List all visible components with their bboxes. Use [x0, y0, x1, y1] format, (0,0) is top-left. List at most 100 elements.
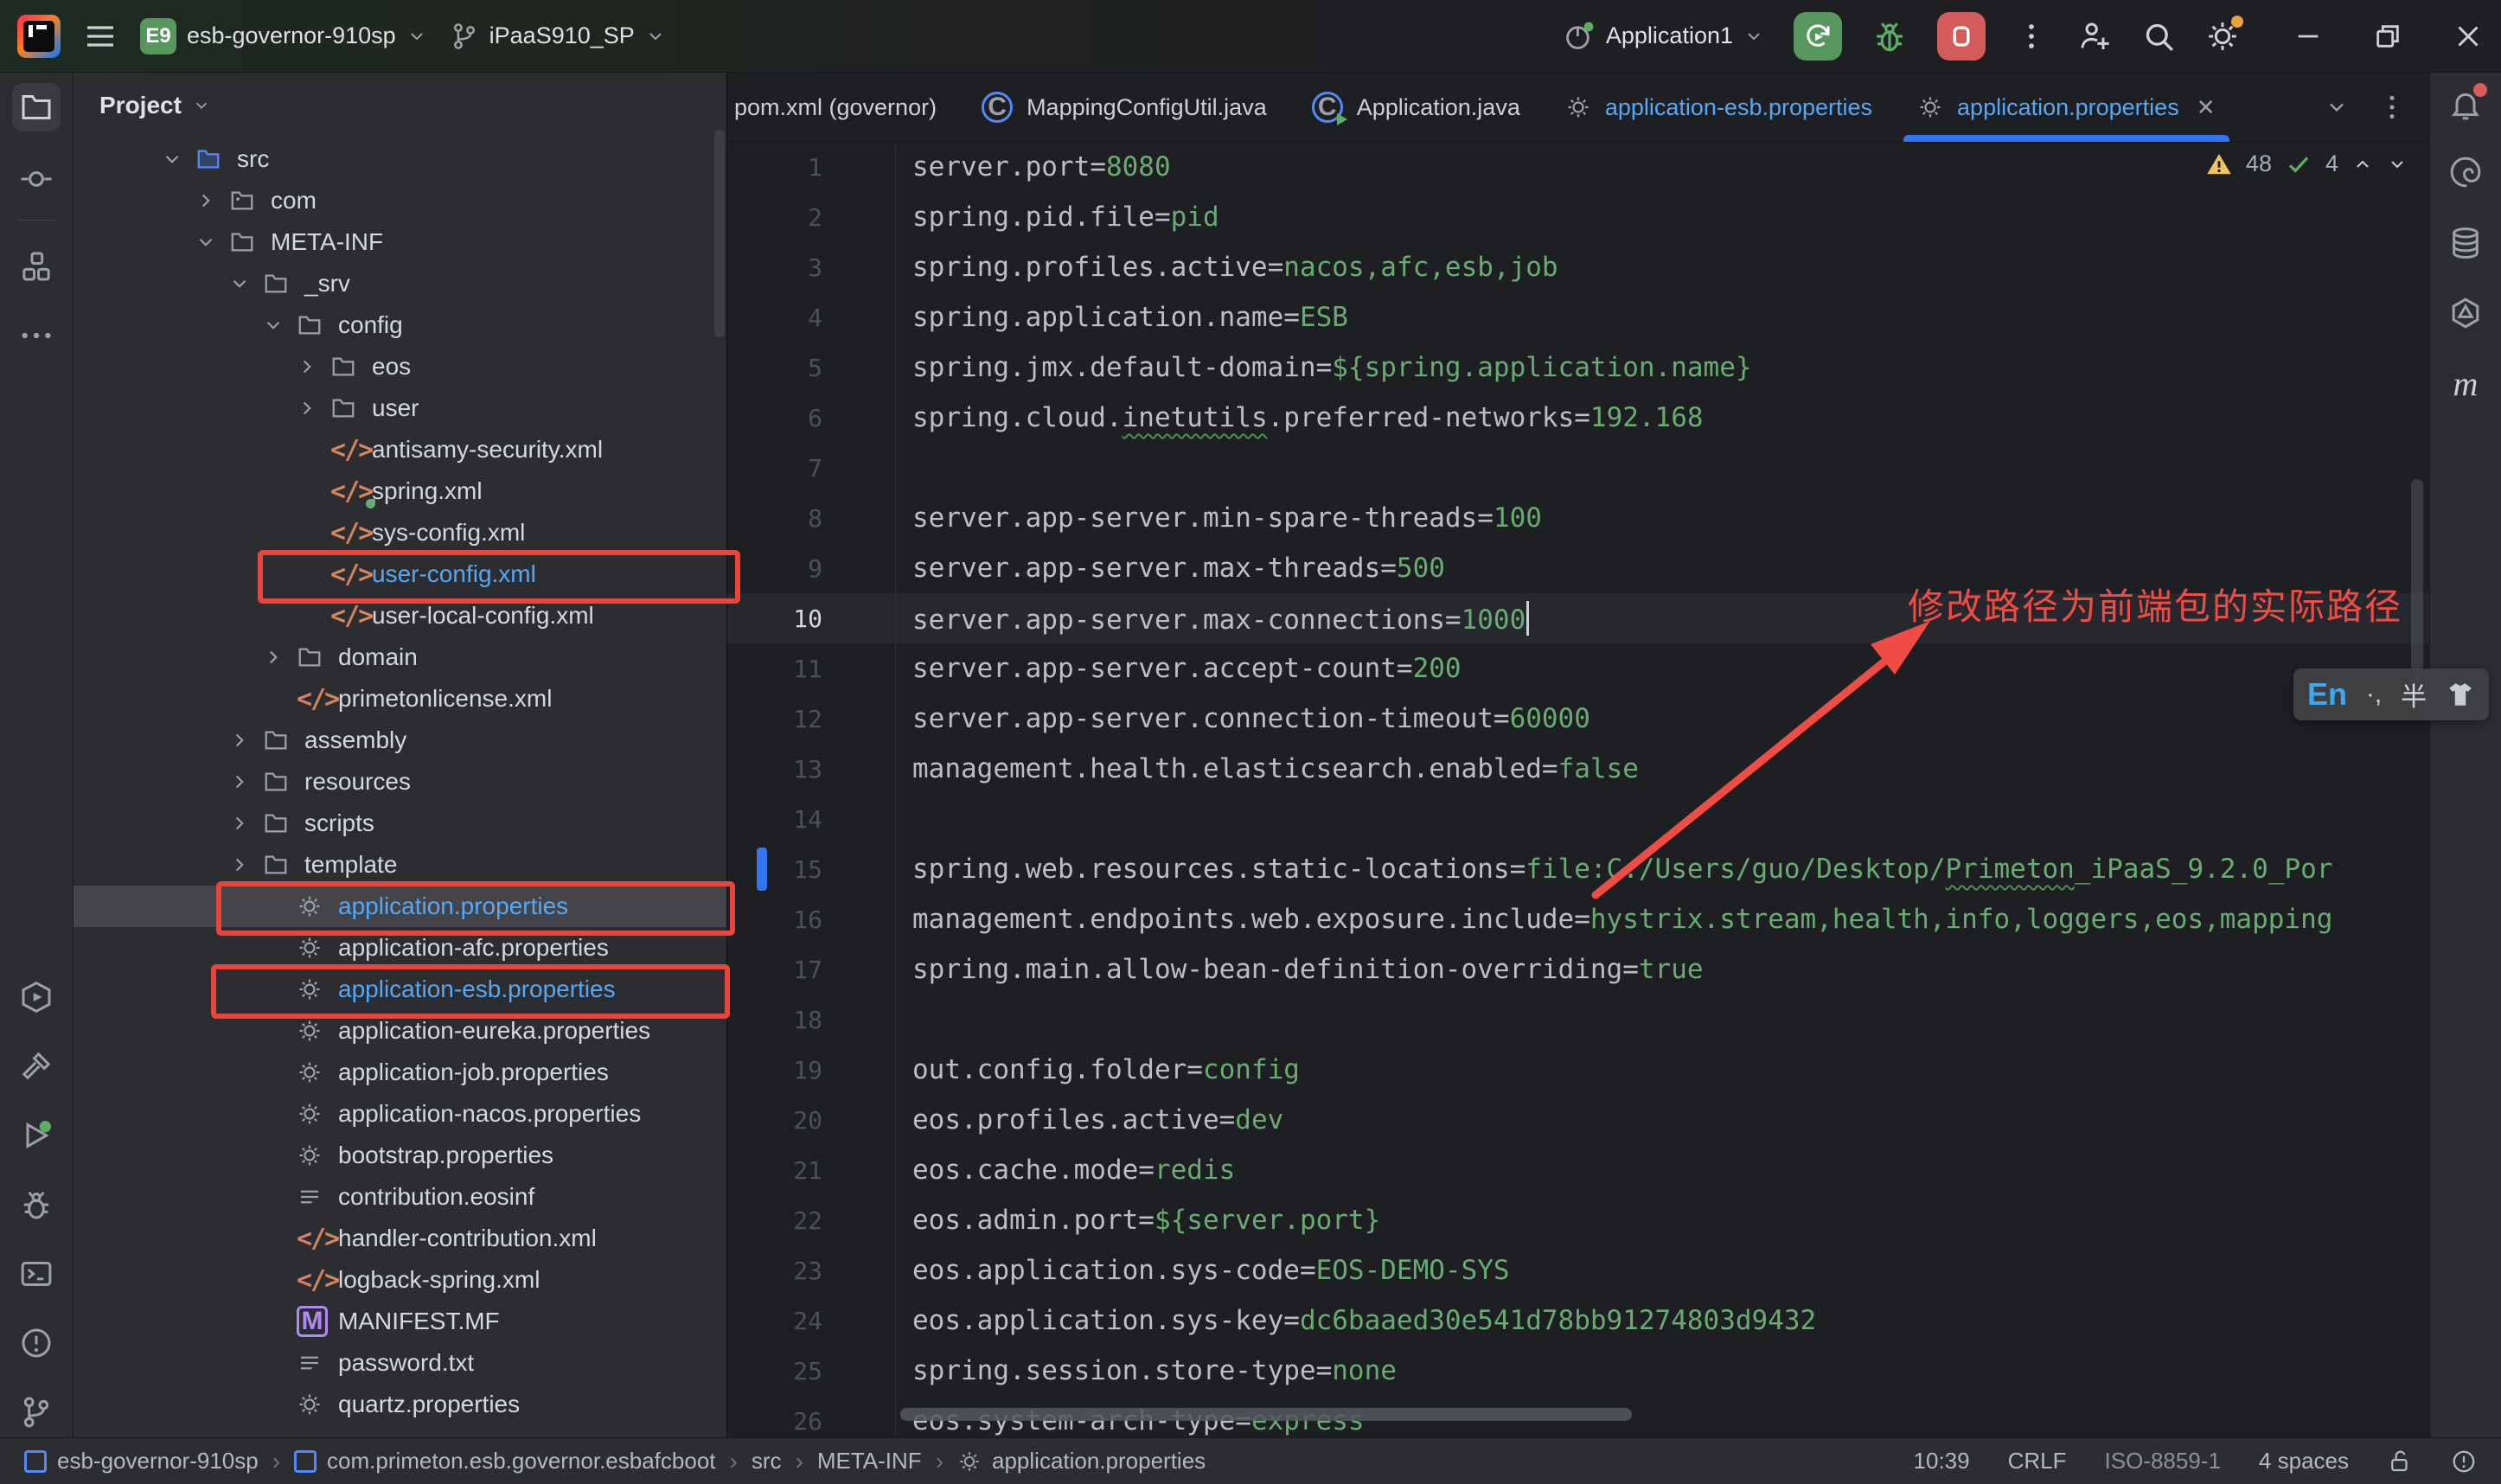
- main-menu-icon[interactable]: [83, 19, 118, 54]
- chevron-right-icon[interactable]: [228, 854, 263, 876]
- chevron-right-icon[interactable]: [296, 355, 330, 378]
- chevron-right-icon[interactable]: [228, 771, 263, 793]
- code-line-21[interactable]: 21eos.cache.mode=redis: [727, 1145, 2430, 1195]
- tool-stripe-services[interactable]: [19, 980, 54, 1014]
- tree-item-scripts[interactable]: scripts: [74, 803, 726, 844]
- tool-stripe-problems[interactable]: [19, 1326, 54, 1360]
- editor-tab-application-esb.properties[interactable]: application-esb.properties: [1543, 73, 1895, 142]
- unlock-icon[interactable]: [2387, 1449, 2413, 1474]
- more-actions-icon[interactable]: [2015, 20, 2048, 53]
- project-panel-header[interactable]: Project: [74, 73, 726, 138]
- code-line-4[interactable]: 4spring.application.name=ESB: [727, 292, 2430, 342]
- window-minimize-icon[interactable]: [2293, 22, 2323, 51]
- tool-stripe-database[interactable]: [2448, 226, 2483, 269]
- code-line-23[interactable]: 23eos.application.sys-code=EOS-DEMO-SYS: [727, 1245, 2430, 1295]
- breadcrumb-item[interactable]: application.properties: [957, 1448, 1206, 1474]
- tool-stripe-project[interactable]: [19, 90, 54, 125]
- tree-item-domain[interactable]: domain: [74, 636, 726, 678]
- tree-item-application-job.properties[interactable]: application-job.properties: [74, 1052, 726, 1093]
- branch-widget[interactable]: iPaaS910_SP: [450, 22, 666, 51]
- tree-item-application-nacos.properties[interactable]: application-nacos.properties: [74, 1093, 726, 1135]
- tree-item-user[interactable]: user: [74, 387, 726, 429]
- tree-scrollbar[interactable]: [714, 130, 725, 337]
- tree-item-template[interactable]: template: [74, 844, 726, 886]
- tree-item-contribution.eosinf[interactable]: contribution.eosinf: [74, 1176, 726, 1218]
- file-encoding[interactable]: ISO-8859-1: [2105, 1448, 2221, 1474]
- code-line-3[interactable]: 3spring.profiles.active=nacos,afc,esb,jo…: [727, 242, 2430, 292]
- tool-stripe-notifications[interactable]: [2448, 87, 2483, 131]
- tab-close-icon[interactable]: ✕: [2197, 94, 2216, 121]
- chevron-down-icon[interactable]: [228, 272, 263, 295]
- window-restore-icon[interactable]: [2373, 22, 2402, 51]
- code-line-24[interactable]: 24eos.application.sys-key=dc6baaed30e541…: [727, 1295, 2430, 1346]
- tree-item-com[interactable]: com: [74, 180, 726, 221]
- window-close-icon[interactable]: [2453, 21, 2484, 52]
- tool-stripe-debug[interactable]: [19, 1187, 54, 1222]
- tab-list-chevron-icon[interactable]: [2325, 95, 2349, 119]
- editor-tab-MappingConfigUtil.java[interactable]: CMappingConfigUtil.java: [959, 73, 1289, 142]
- breadcrumb-item[interactable]: src: [752, 1448, 782, 1474]
- tree-item-antisamy-security.xml[interactable]: </>antisamy-security.xml: [74, 429, 726, 470]
- code-line-18[interactable]: 18: [727, 995, 2430, 1045]
- tool-stripe-terminal[interactable]: [19, 1257, 54, 1291]
- code-line-17[interactable]: 17spring.main.allow-bean-definition-over…: [727, 944, 2430, 995]
- tree-item-quartz.properties[interactable]: quartz.properties: [74, 1384, 726, 1425]
- tree-item-assembly[interactable]: assembly: [74, 720, 726, 761]
- chevron-right-icon[interactable]: [262, 646, 297, 668]
- code-line-25[interactable]: 25spring.session.store-type=none: [727, 1346, 2430, 1396]
- tree-item-primetonlicense.xml[interactable]: </>primetonlicense.xml: [74, 678, 726, 720]
- settings-gear-icon[interactable]: [2205, 19, 2240, 54]
- code-editor[interactable]: 1server.port=80802spring.pid.file=pid3sp…: [727, 142, 2430, 1437]
- chevron-down-icon[interactable]: [161, 148, 195, 170]
- tree-item-_srv[interactable]: _srv: [74, 263, 726, 304]
- tree-item-bootstrap.properties[interactable]: bootstrap.properties: [74, 1135, 726, 1176]
- code-with-me-icon[interactable]: [2077, 19, 2112, 54]
- code-line-15[interactable]: 15spring.web.resources.static-locations=…: [727, 844, 2430, 894]
- breadcrumb-item[interactable]: esb-governor-910sp: [24, 1448, 259, 1474]
- tree-item-eos[interactable]: eos: [74, 346, 726, 387]
- code-line-1[interactable]: 1server.port=8080: [727, 142, 2430, 192]
- horizontal-scrollbar[interactable]: [900, 1408, 1632, 1421]
- chevron-down-icon[interactable]: [2387, 154, 2408, 175]
- ime-status-widget[interactable]: En ·, 半: [2293, 668, 2489, 720]
- editor-tab-pom.xml--governor-[interactable]: pom.xml (governor): [727, 73, 959, 142]
- editor-tab-Application.java[interactable]: CApplication.java: [1289, 73, 1543, 142]
- tree-item-handler-contribution.xml[interactable]: </>handler-contribution.xml: [74, 1218, 726, 1259]
- tool-stripe-dependencies[interactable]: [2448, 296, 2483, 339]
- breadcrumb-item[interactable]: com.primeton.esb.governor.esbafcboot: [294, 1448, 715, 1474]
- debug-button[interactable]: [1871, 18, 1908, 54]
- code-line-6[interactable]: 6spring.cloud.inetutils.preferred-networ…: [727, 393, 2430, 443]
- chevron-right-icon[interactable]: [228, 812, 263, 835]
- inspections-widget[interactable]: 48 4: [2206, 150, 2408, 177]
- code-line-13[interactable]: 13management.health.elasticsearch.enable…: [727, 744, 2430, 794]
- tree-item-password.txt[interactable]: password.txt: [74, 1342, 726, 1384]
- tool-stripe-structure[interactable]: [19, 249, 54, 284]
- tree-item-META-INF[interactable]: META-INF: [74, 221, 726, 263]
- chevron-right-icon[interactable]: [228, 729, 263, 752]
- editor-tab-application.properties[interactable]: application.properties✕: [1895, 73, 2237, 142]
- status-problems-icon[interactable]: [2451, 1449, 2477, 1474]
- rerun-button[interactable]: [1794, 12, 1842, 61]
- tool-stripe-commit[interactable]: [19, 162, 54, 196]
- tree-item-resources[interactable]: resources: [74, 761, 726, 803]
- tree-item-spring.xml[interactable]: </>spring.xml: [74, 470, 726, 512]
- project-widget[interactable]: E9 esb-governor-910sp: [140, 18, 427, 54]
- tree-item-src[interactable]: src: [74, 138, 726, 180]
- code-line-2[interactable]: 2spring.pid.file=pid: [727, 192, 2430, 242]
- code-line-11[interactable]: 11server.app-server.accept-count=200: [727, 643, 2430, 694]
- breadcrumb-item[interactable]: META-INF: [817, 1448, 922, 1474]
- code-line-19[interactable]: 19out.config.folder=config: [727, 1045, 2430, 1095]
- search-everywhere-icon[interactable]: [2141, 19, 2176, 54]
- run-configuration-select[interactable]: Application1: [1563, 20, 1764, 53]
- tree-item-MANIFEST.MF[interactable]: MMANIFEST.MF: [74, 1301, 726, 1342]
- code-line-16[interactable]: 16management.endpoints.web.exposure.incl…: [727, 894, 2430, 944]
- code-line-12[interactable]: 12server.app-server.connection-timeout=6…: [727, 694, 2430, 744]
- code-line-20[interactable]: 20eos.profiles.active=dev: [727, 1095, 2430, 1145]
- chevron-right-icon[interactable]: [296, 397, 330, 419]
- stop-button[interactable]: [1937, 12, 1986, 61]
- tree-item-config[interactable]: config: [74, 304, 726, 346]
- tool-stripe-run[interactable]: [19, 1118, 54, 1153]
- tab-options-icon[interactable]: [2378, 93, 2406, 121]
- tool-stripe-more-tools[interactable]: [19, 318, 54, 353]
- code-line-5[interactable]: 5spring.jmx.default-domain=${spring.appl…: [727, 342, 2430, 393]
